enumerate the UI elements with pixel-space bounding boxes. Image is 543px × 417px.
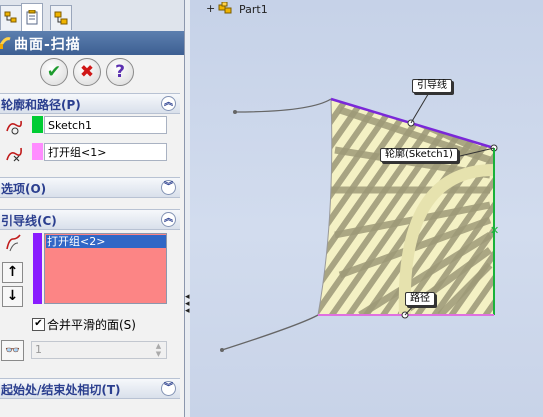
section-count-spinner[interactable]: 1 ▲ ▼ [31,341,167,359]
path-field[interactable]: 打开组<1> [44,143,167,161]
path-callout[interactable]: 路径 [405,292,435,306]
close-icon: ✖ [79,62,95,82]
guide-curves-list[interactable]: 打开组<2> [44,233,167,304]
path-color-swatch [32,143,43,160]
show-sections-button[interactable]: 👓 [1,340,24,361]
section-options-label: 选项(O) [1,182,47,196]
guide-callout-leader [410,90,431,124]
sketch-curve-lower[interactable] [221,314,319,351]
sweep-surface[interactable] [310,90,500,320]
ok-button[interactable]: ✔ [40,58,68,86]
section-tangency-label: 起始处/结束处相切(T) [1,383,121,397]
property-manager: 曲面-扫描 ✔ ✖ ? 轮廓和路径(P) ︽ Sketch1 打开组<1> 选项… [0,0,185,417]
configuration-manager-icon [54,11,67,24]
midpoint-marker-icon: ✕ [490,224,499,237]
tab-feature-manager[interactable] [0,5,22,30]
guide-curve-icon [6,234,21,252]
guide-color-swatch [33,233,42,304]
sketch-point[interactable] [233,110,237,114]
graphics-area[interactable]: + Part1 ✕ 引导线 轮廓(Sketch1) 路径 [190,0,543,417]
section-guide-curves-label: 引导线(C) [1,214,57,228]
profile-icon [6,120,22,135]
section-start-end-tangency[interactable]: 起始处/结束处相切(T) ︾ [0,378,180,399]
collapse-icon[interactable]: ︽ [161,212,176,227]
model-view: ✕ [220,90,500,352]
sketch-curve-upper[interactable] [234,98,332,113]
sketch-point[interactable] [220,348,224,352]
tab-configuration-manager[interactable] [50,5,72,30]
arrow-down-icon: ↓ [6,288,19,304]
section-guide-curves[interactable]: 引导线(C) ︽ [0,209,180,230]
cancel-button[interactable]: ✖ [73,58,101,86]
guide-callout[interactable]: 引导线 [412,79,452,93]
profile-color-swatch [32,116,43,133]
spin-down-icon[interactable]: ▼ [151,350,166,358]
move-down-button[interactable]: ↓ [2,286,23,307]
profile-field[interactable]: Sketch1 [44,116,167,134]
profile-callout[interactable]: 轮廓(Sketch1) [380,148,458,162]
manager-tabs [0,0,184,31]
tab-property-manager[interactable] [21,3,43,31]
section-profile-path[interactable]: 轮廓和路径(P) ︽ [0,93,180,114]
merge-smooth-checkbox[interactable]: ✔ [32,318,45,331]
merge-smooth-label: 合并平滑的面(S) [47,318,136,332]
expand-icon[interactable]: ︾ [161,180,176,195]
property-manager-icon [26,10,37,25]
arrow-up-icon: ↑ [6,264,19,280]
collapse-icon[interactable]: ︽ [161,96,176,111]
feature-title-bar: 曲面-扫描 [0,31,184,55]
move-up-button[interactable]: ↑ [2,262,23,283]
help-button[interactable]: ? [106,58,134,86]
checkmark-icon: ✔ [46,62,62,82]
expand-icon[interactable]: ︾ [161,381,176,396]
list-item[interactable]: 打开组<2> [46,235,166,248]
section-profile-path-label: 轮廓和路径(P) [1,98,81,112]
section-count-value: 1 [35,343,42,356]
splitter-grip-icon[interactable]: ◂ ◂ ◂ [185,293,190,316]
path-icon [6,147,22,162]
section-options[interactable]: 选项(O) ︾ [0,177,180,198]
spin-up-icon[interactable]: ▲ [151,342,166,350]
sweep-surface-icon [0,37,11,49]
glasses-icon: 👓 [5,343,20,357]
feature-title: 曲面-扫描 [14,37,81,53]
help-icon: ? [115,62,125,82]
feature-tree-icon [4,11,16,22]
